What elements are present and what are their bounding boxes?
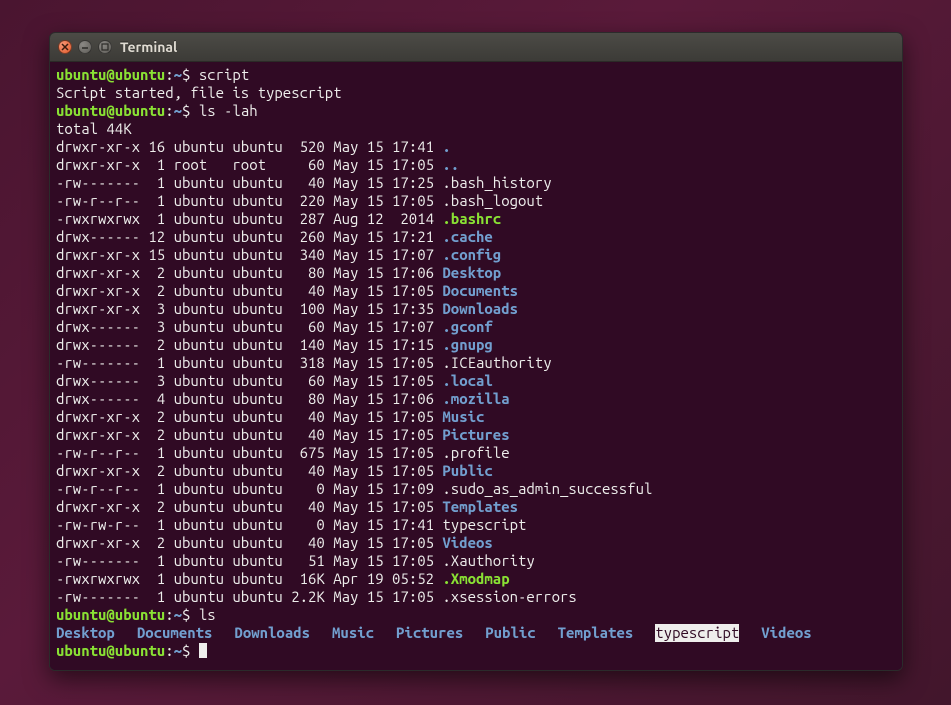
ls-row: -rw-rw-r-- 1 ubuntu ubuntu 0 May 15 17:4… [56, 516, 896, 534]
file-name: Videos [442, 534, 492, 551]
command-line: ubuntu@ubuntu:~$ ls [56, 606, 896, 624]
file-name: Documents [442, 282, 518, 299]
prompt-sep: : [165, 102, 173, 119]
ls-row: drwxr-xr-x 1 root root 60 May 15 17:05 .… [56, 156, 896, 174]
ls-row: -rw-r--r-- 1 ubuntu ubuntu 0 May 15 17:0… [56, 480, 896, 498]
file-name: .Xmodmap [442, 570, 509, 587]
ls-row: drwx------ 2 ubuntu ubuntu 140 May 15 17… [56, 336, 896, 354]
file-name: .ICEauthority [442, 354, 551, 371]
window-buttons [58, 40, 112, 54]
window-title: Terminal [120, 39, 177, 55]
prompt-sep: : [165, 606, 173, 623]
command-line: ubuntu@ubuntu:~$ ls -lah [56, 102, 896, 120]
ls-row: drwxr-xr-x 15 ubuntu ubuntu 340 May 15 1… [56, 246, 896, 264]
ls-item: Music [332, 624, 374, 642]
file-name: .gconf [442, 318, 492, 335]
prompt-sigil: $ [182, 102, 190, 119]
file-name: Public [442, 462, 492, 479]
ls-row: drwxr-xr-x 2 ubuntu ubuntu 40 May 15 17:… [56, 282, 896, 300]
file-name: .. [442, 156, 459, 173]
file-name: Pictures [442, 426, 509, 443]
maximize-icon [101, 43, 109, 51]
minimize-button[interactable] [78, 40, 92, 54]
file-name: .config [442, 246, 501, 263]
ls-row: drwx------ 3 ubuntu ubuntu 60 May 15 17:… [56, 318, 896, 336]
ls-row: -rw-r--r-- 1 ubuntu ubuntu 675 May 15 17… [56, 444, 896, 462]
command-line: ubuntu@ubuntu:~$ [56, 642, 896, 660]
output-line: total 44K [56, 120, 896, 138]
output-line: Script started, file is typescript [56, 84, 896, 102]
ls-row: drwx------ 12 ubuntu ubuntu 260 May 15 1… [56, 228, 896, 246]
file-name: .xsession-errors [442, 588, 576, 605]
ls-row: drwx------ 3 ubuntu ubuntu 60 May 15 17:… [56, 372, 896, 390]
file-name: Desktop [442, 264, 501, 281]
prompt-sep: : [165, 66, 173, 83]
file-name: .bash_logout [442, 192, 543, 209]
file-name: .sudo_as_admin_successful [442, 480, 652, 497]
ls-row: drwx------ 4 ubuntu ubuntu 80 May 15 17:… [56, 390, 896, 408]
ls-row: -rwxrwxrwx 1 ubuntu ubuntu 287 Aug 12 20… [56, 210, 896, 228]
terminal-output[interactable]: ubuntu@ubuntu:~$ scriptScript started, f… [50, 62, 902, 670]
command-line: ubuntu@ubuntu:~$ script [56, 66, 896, 84]
prompt-path: ~ [174, 66, 182, 83]
prompt-userhost: ubuntu@ubuntu [56, 102, 165, 119]
ls-item: Videos [761, 624, 811, 642]
ls-item: Desktop [56, 624, 115, 642]
ls-short-line: Desktop Documents Downloads Music Pictures Pu… [56, 624, 896, 642]
ls-row: -rw------- 1 ubuntu ubuntu 51 May 15 17:… [56, 552, 896, 570]
file-name: .Xauthority [442, 552, 534, 569]
prompt-userhost: ubuntu@ubuntu [56, 606, 165, 623]
ls-row: drwxr-xr-x 2 ubuntu ubuntu 40 May 15 17:… [56, 534, 896, 552]
typed-command: ls -lah [199, 102, 258, 119]
ls-row: drwxr-xr-x 2 ubuntu ubuntu 40 May 15 17:… [56, 408, 896, 426]
prompt-sep: : [165, 642, 173, 659]
close-icon [61, 43, 69, 51]
file-name: Music [442, 408, 484, 425]
ls-item: typescript [655, 624, 739, 642]
file-name: .local [442, 372, 492, 389]
typed-command: ls [199, 606, 216, 623]
ls-item: Public [485, 624, 535, 642]
ls-item: Templates [558, 624, 634, 642]
ls-row: -rw------- 1 ubuntu ubuntu 40 May 15 17:… [56, 174, 896, 192]
file-name: . [442, 138, 450, 155]
file-name: .bashrc [442, 210, 501, 227]
prompt-userhost: ubuntu@ubuntu [56, 66, 165, 83]
ls-row: drwxr-xr-x 3 ubuntu ubuntu 100 May 15 17… [56, 300, 896, 318]
ls-row: drwxr-xr-x 2 ubuntu ubuntu 40 May 15 17:… [56, 462, 896, 480]
file-name: .mozilla [442, 390, 509, 407]
prompt-userhost: ubuntu@ubuntu [56, 642, 165, 659]
titlebar[interactable]: Terminal [50, 33, 902, 62]
ls-row: drwxr-xr-x 2 ubuntu ubuntu 40 May 15 17:… [56, 498, 896, 516]
ls-row: -rw------- 1 ubuntu ubuntu 2.2K May 15 1… [56, 588, 896, 606]
ls-item: Downloads [234, 624, 310, 642]
prompt-path: ~ [174, 102, 182, 119]
minimize-icon [81, 43, 89, 51]
prompt-path: ~ [174, 606, 182, 623]
ls-item: Pictures [396, 624, 463, 642]
maximize-button[interactable] [98, 40, 112, 54]
file-name: .bash_history [442, 174, 551, 191]
file-name: .gnupg [442, 336, 492, 353]
close-button[interactable] [58, 40, 72, 54]
ls-item: Documents [137, 624, 213, 642]
prompt-sigil: $ [182, 642, 190, 659]
ls-row: drwxr-xr-x 2 ubuntu ubuntu 40 May 15 17:… [56, 426, 896, 444]
file-name: .cache [442, 228, 492, 245]
prompt-path: ~ [174, 642, 182, 659]
file-name: .profile [442, 444, 509, 461]
ls-row: -rwxrwxrwx 1 ubuntu ubuntu 16K Apr 19 05… [56, 570, 896, 588]
ls-row: -rw-r--r-- 1 ubuntu ubuntu 220 May 15 17… [56, 192, 896, 210]
ls-row: drwxr-xr-x 16 ubuntu ubuntu 520 May 15 1… [56, 138, 896, 156]
file-name: Templates [442, 498, 518, 515]
ls-row: -rw------- 1 ubuntu ubuntu 318 May 15 17… [56, 354, 896, 372]
file-name: typescript [442, 516, 526, 533]
terminal-window: Terminal ubuntu@ubuntu:~$ scriptScript s… [49, 32, 903, 671]
file-name: Downloads [442, 300, 518, 317]
prompt-sigil: $ [182, 606, 190, 623]
ls-row: drwxr-xr-x 2 ubuntu ubuntu 80 May 15 17:… [56, 264, 896, 282]
typed-command: script [199, 66, 249, 83]
cursor [199, 643, 207, 658]
prompt-sigil: $ [182, 66, 190, 83]
